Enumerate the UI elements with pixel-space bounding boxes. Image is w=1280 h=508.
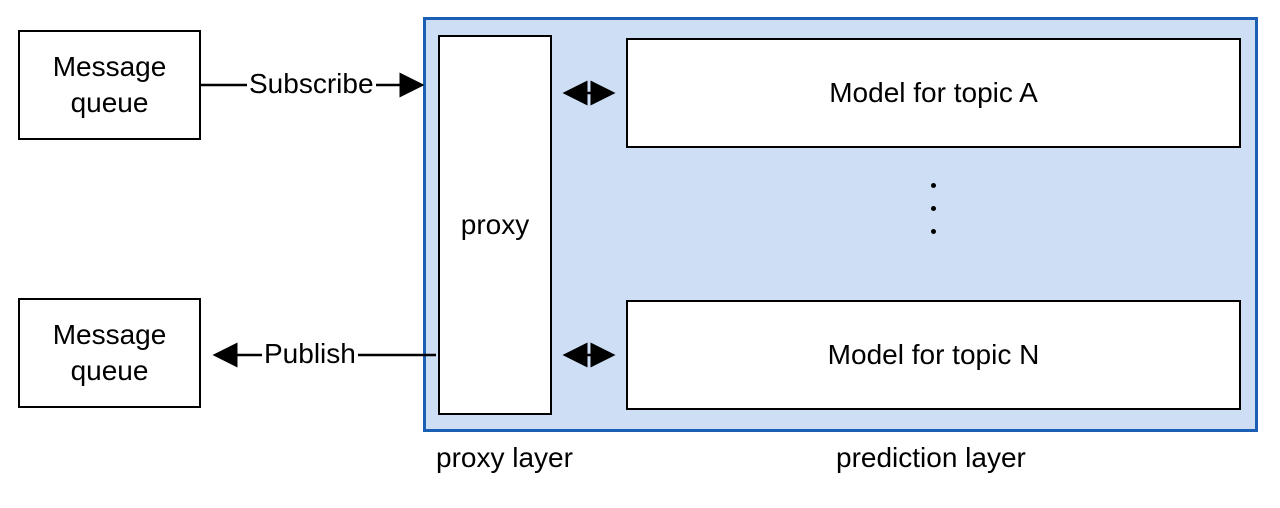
- message-queue-bottom-label: Message queue: [53, 317, 167, 390]
- proxy-model-a-arrow: [552, 84, 626, 104]
- proxy-box-label: proxy: [461, 207, 529, 243]
- proxy-box: proxy: [438, 35, 552, 415]
- dot-icon: [931, 206, 936, 211]
- subscribe-label: Subscribe: [247, 68, 376, 100]
- dot-icon: [931, 229, 936, 234]
- model-n-box: Model for topic N: [626, 300, 1241, 410]
- dot-icon: [931, 183, 936, 188]
- model-n-box-label: Model for topic N: [828, 337, 1040, 373]
- publish-label: Publish: [262, 338, 358, 370]
- proxy-layer-label: proxy layer: [434, 442, 575, 474]
- model-ellipsis: [931, 183, 936, 234]
- prediction-layer-label: prediction layer: [834, 442, 1028, 474]
- message-queue-top-label: Message queue: [53, 49, 167, 122]
- model-a-box-label: Model for topic A: [829, 75, 1038, 111]
- model-a-box: Model for topic A: [626, 38, 1241, 148]
- proxy-model-n-arrow: [552, 346, 626, 366]
- message-queue-bottom: Message queue: [18, 298, 201, 408]
- message-queue-top: Message queue: [18, 30, 201, 140]
